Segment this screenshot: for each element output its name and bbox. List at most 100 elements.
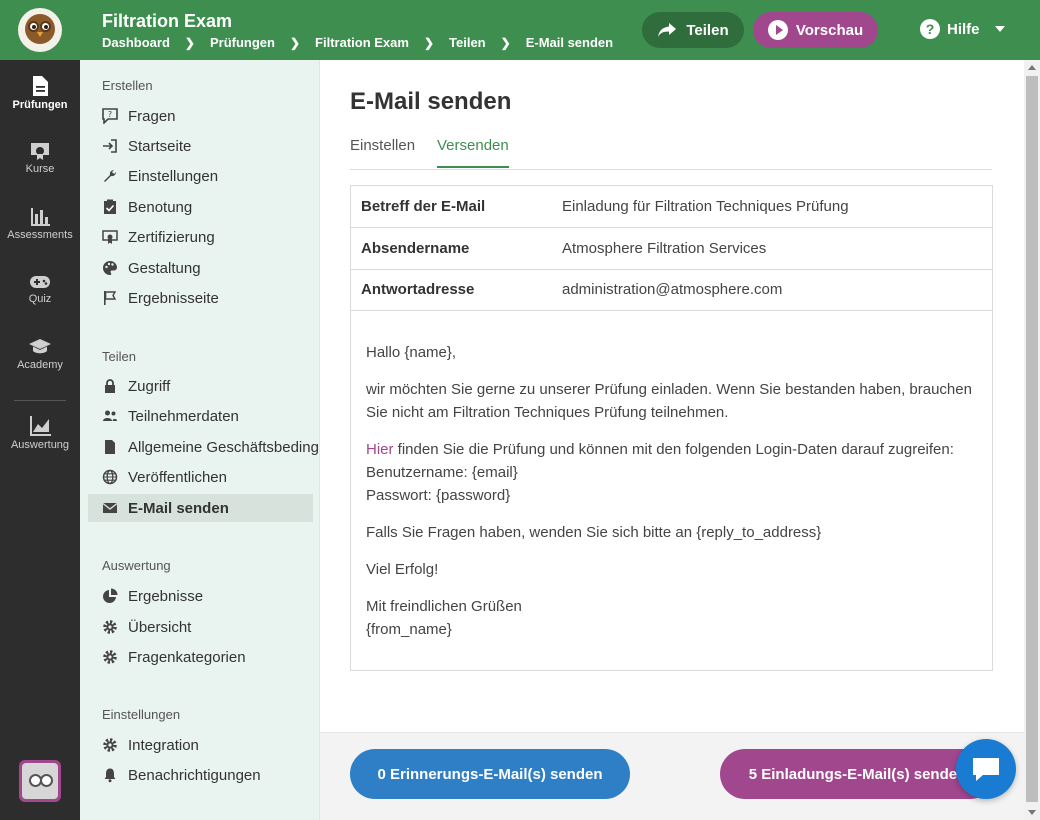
sidebar: Erstellen ? Fragen Startseite Einstellun… xyxy=(80,60,320,820)
page-scrollbar[interactable] xyxy=(1024,60,1040,820)
email-greeting: Hallo {name}, xyxy=(366,344,457,361)
clipboard-check-icon xyxy=(104,199,116,214)
sidebar-section-title: Einstellungen xyxy=(102,707,181,722)
sidebar-item-ergebnisse[interactable]: Ergebnisse xyxy=(88,582,313,610)
email-closing-text: Mit freindlichen Grüßen xyxy=(366,598,522,615)
sidebar-section-title: Auswertung xyxy=(102,558,171,573)
email-link[interactable]: Hier xyxy=(366,441,394,458)
sign-in-icon xyxy=(103,139,117,153)
sidebar-item-label: Benotung xyxy=(128,198,193,216)
chevron-right-icon: ❯ xyxy=(423,35,435,50)
document-icon xyxy=(33,76,48,96)
sidebar-item-label: Zertifizierung xyxy=(128,228,215,246)
rail-item-kurse[interactable]: Kurse xyxy=(0,142,80,175)
preview-button[interactable]: Vorschau xyxy=(753,12,878,48)
breadcrumb-current: E-Mail senden xyxy=(525,35,614,50)
sidebar-item-label: Fragen xyxy=(128,107,176,125)
chat-widget-button[interactable] xyxy=(956,739,1016,799)
email-paragraph: Viel Erfolg! xyxy=(366,561,439,578)
sidebar-item-email-senden[interactable]: E-Mail senden xyxy=(88,494,313,522)
sidebar-item-label: Veröffentlichen xyxy=(128,468,227,486)
sidebar-item-zertifizierung[interactable]: Zertifizierung xyxy=(88,223,313,251)
sidebar-item-uebersicht[interactable]: Übersicht xyxy=(88,613,313,641)
email-text: finden Sie die Prüfung und können mit de… xyxy=(393,441,954,458)
bell-icon xyxy=(104,768,116,783)
field-value: Atmosphere Filtration Services xyxy=(562,240,767,257)
scroll-up-arrow-icon[interactable] xyxy=(1028,65,1036,70)
chevron-right-icon: ❯ xyxy=(289,35,301,50)
sidebar-item-fragen[interactable]: ? Fragen xyxy=(88,102,313,130)
rail-divider xyxy=(14,400,66,401)
tab-versenden[interactable]: Versenden xyxy=(437,137,509,168)
sidebar-item-benotung[interactable]: Benotung xyxy=(88,193,313,221)
rail-item-academy[interactable]: Academy xyxy=(0,338,80,371)
sidebar-item-fragenkategorien[interactable]: Fragenkategorien xyxy=(88,643,313,671)
gamepad-icon xyxy=(30,276,50,288)
tab-einstellen[interactable]: Einstellen xyxy=(350,137,415,166)
sidebar-item-label: Startseite xyxy=(128,137,192,155)
rail-item-quiz[interactable]: Quiz xyxy=(0,274,80,305)
sidebar-item-startseite[interactable]: Startseite xyxy=(88,132,313,160)
sidebar-item-gestaltung[interactable]: Gestaltung xyxy=(88,254,313,282)
send-reminders-button[interactable]: 0 Erinnerungs-E-Mail(s) senden xyxy=(350,749,630,799)
email-paragraph: Hier finden Sie die Prüfung und können m… xyxy=(366,438,976,507)
breadcrumb: Dashboard ❯ Prüfungen ❯ Filtration Exam … xyxy=(102,35,613,50)
help-label: Hilfe xyxy=(947,20,980,38)
scroll-down-arrow-icon[interactable] xyxy=(1028,810,1036,815)
play-icon xyxy=(767,20,788,40)
preview-button-label: Vorschau xyxy=(795,21,864,39)
sidebar-item-integration[interactable]: Integration xyxy=(88,731,313,759)
cog-icon xyxy=(103,650,117,664)
sidebar-item-label: Gestaltung xyxy=(128,259,201,277)
sidebar-item-label: E-Mail senden xyxy=(128,499,229,517)
sidebar-section-title: Erstellen xyxy=(102,78,153,93)
graduation-cap-icon xyxy=(29,339,51,354)
scrollbar-thumb[interactable] xyxy=(1026,76,1038,802)
field-row-sender: Absendername Atmosphere Filtration Servi… xyxy=(351,228,992,270)
title-block: Filtration Exam Dashboard ❯ Prüfungen ❯ … xyxy=(102,10,613,50)
sidebar-item-ergebnisseite[interactable]: Ergebnisseite xyxy=(88,284,313,312)
user-avatar[interactable] xyxy=(19,760,61,802)
email-preview-card: Betreff der E-Mail Einladung für Filtrat… xyxy=(350,185,993,671)
email-paragraph: wir möchten Sie gerne zu unserer Prüfung… xyxy=(366,381,972,421)
field-value: administration@atmosphere.com xyxy=(562,281,783,298)
chevron-down-icon xyxy=(994,26,1005,32)
header-actions: Teilen Vorschau xyxy=(642,12,878,48)
pie-chart-icon xyxy=(103,588,118,603)
send-invitations-button[interactable]: 5 Einladungs-E-Mail(s) senden xyxy=(720,749,995,799)
sidebar-item-agb[interactable]: Allgemeine Geschäftsbedingungen xyxy=(88,433,319,461)
breadcrumb-dashboard[interactable]: Dashboard xyxy=(102,35,170,50)
sidebar-item-label: Teilnehmerdaten xyxy=(128,407,239,425)
email-password-line: Passwort: {password} xyxy=(366,487,511,504)
lock-icon xyxy=(105,379,115,393)
sidebar-item-label: Allgemeine Geschäftsbedingungen xyxy=(128,438,319,456)
rail-item-pruefungen[interactable]: Prüfungen xyxy=(0,76,80,111)
email-signature: {from_name} xyxy=(366,621,452,638)
rail-label: Assessments xyxy=(7,229,73,241)
share-button-label: Teilen xyxy=(686,21,729,39)
sidebar-item-veroeffentlichen[interactable]: Veröffentlichen xyxy=(88,463,313,491)
certificate-icon xyxy=(31,143,49,160)
field-label: Absendername xyxy=(361,240,470,257)
app-logo[interactable] xyxy=(0,0,80,60)
sidebar-item-benachrichtigungen[interactable]: Benachrichtigungen xyxy=(88,761,313,789)
field-value: Einladung für Filtration Techniques Prüf… xyxy=(562,198,849,215)
tab-bar: Einstellen Versenden xyxy=(350,132,992,170)
sidebar-item-zugriff[interactable]: Zugriff xyxy=(88,372,313,400)
breadcrumb-exam[interactable]: Filtration Exam xyxy=(315,35,409,50)
email-username-line: Benutzername: {email} xyxy=(366,464,518,481)
sidebar-item-teilnehmerdaten[interactable]: Teilnehmerdaten xyxy=(88,402,313,430)
breadcrumb-teilen[interactable]: Teilen xyxy=(449,35,486,50)
sidebar-item-label: Integration xyxy=(128,736,199,754)
breadcrumb-pruefungen[interactable]: Prüfungen xyxy=(210,35,275,50)
palette-icon xyxy=(103,261,117,275)
rail-label: Auswertung xyxy=(10,439,70,451)
share-button[interactable]: Teilen xyxy=(642,12,744,48)
help-menu[interactable]: ? Hilfe xyxy=(920,19,1005,39)
rail-item-assessments[interactable]: Assessments xyxy=(0,208,80,241)
email-closing: Mit freindlichen Grüßen {from_name} xyxy=(366,595,976,641)
rail-item-auswertung[interactable]: Auswertung xyxy=(0,416,80,451)
sidebar-item-label: Benachrichtigungen xyxy=(128,766,261,784)
sidebar-item-einstellungen[interactable]: Einstellungen xyxy=(88,162,313,190)
globe-icon xyxy=(102,469,118,485)
